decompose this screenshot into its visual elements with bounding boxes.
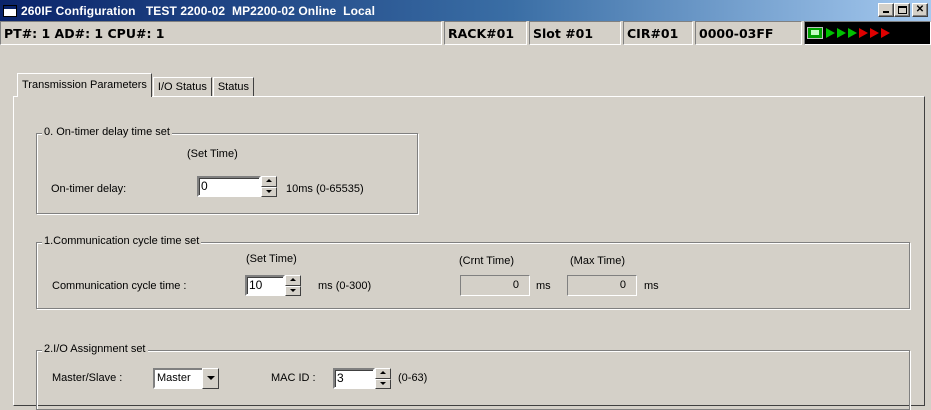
mac-id-spinner: 3 [333,368,391,389]
address-range-field: 0000-03FF [695,21,802,45]
comm-cycle-spin-up-button[interactable] [285,275,301,286]
location-field: PT#: 1 AD#: 1 CPU#: 1 [0,21,442,45]
arrow-down-icon [380,381,386,385]
chevron-down-icon [207,376,215,380]
cir-field: CIR#01 [623,21,693,45]
status-arrow-icon [848,28,857,38]
status-arrow-icon [881,28,890,38]
communication-indicator [804,21,931,45]
status-bar: PT#: 1 AD#: 1 CPU#: 1 RACK#01 Slot #01 C… [0,21,931,45]
window-app-icon[interactable] [3,4,17,17]
comm-cycle-max-value: 0 [567,275,637,296]
master-slave-dropdown-button[interactable] [202,368,219,389]
status-arrow-icon [859,28,868,38]
on-timer-group: 0. On-timer delay time set (Set Time) On… [36,126,418,214]
tab-io-status[interactable]: I/O Status [152,77,212,97]
on-timer-spinner: 0 [197,176,277,197]
io-assignment-group: 2.I/O Assignment set Master/Slave : Mast… [36,343,910,410]
comm-cycle-spinner: 10 [245,275,301,296]
tab-status[interactable]: Status [212,77,255,97]
comm-cycle-group-title: 1.Communication cycle time set [42,235,202,247]
status-arrow-icon [837,28,846,38]
minimize-button[interactable] [878,3,894,17]
close-icon: ✕ [915,4,925,15]
arrow-up-icon [380,371,386,374]
comm-cycle-input[interactable]: 10 [245,275,285,296]
master-slave-value: Master [153,368,205,389]
arrow-down-icon [290,288,296,292]
comm-cycle-spin-buttons [285,275,301,296]
mac-id-spin-down-button[interactable] [375,378,391,389]
maximize-icon [898,6,907,14]
on-timer-spin-buttons [261,176,277,197]
slot-field: Slot #01 [529,21,621,45]
comm-cycle-crnt-time-header: (Crnt Time) [459,255,514,267]
master-slave-label: Master/Slave : [52,372,123,384]
title-bar[interactable]: 260IF Configuration TEST 2200-02 MP2200-… [0,0,931,21]
on-timer-label: On-timer delay: [51,183,127,195]
comm-cycle-max-unit: ms [644,280,659,292]
mac-id-label: MAC ID : [271,372,316,384]
comm-cycle-group: 1.Communication cycle time set (Set Time… [36,235,910,309]
on-timer-spin-up-button[interactable] [261,176,277,187]
status-arrow-icon [870,28,879,38]
rack-field: RACK#01 [444,21,527,45]
tab-transmission-parameters[interactable]: Transmission Parameters [17,73,152,97]
maximize-button[interactable] [894,3,910,17]
io-assignment-group-title: 2.I/O Assignment set [42,343,148,355]
mac-id-range: (0-63) [398,372,428,384]
arrow-up-icon [266,179,272,182]
window-controls: ✕ [878,3,928,17]
address-range-text: 0000-03FF [699,25,774,41]
on-timer-group-title: 0. On-timer delay time set [42,126,172,138]
rack-text: RACK#01 [448,25,515,41]
on-timer-set-time-header: (Set Time) [187,148,238,160]
comm-cycle-crnt-value: 0 [460,275,530,296]
comm-cycle-set-time-header: (Set Time) [246,253,297,265]
location-text: PT#: 1 AD#: 1 CPU#: 1 [4,25,165,41]
transmission-parameters-panel: 0. On-timer delay time set (Set Time) On… [13,96,925,410]
comm-cycle-max-time-header: (Max Time) [570,255,625,267]
master-slave-select[interactable]: Master [153,368,219,389]
on-timer-unit-range: 10ms (0-65535) [286,183,364,195]
mac-id-spin-buttons [375,368,391,389]
close-button[interactable]: ✕ [912,3,928,17]
minimize-icon [883,11,889,13]
arrow-down-icon [266,189,272,193]
comm-cycle-unit-range: ms (0-300) [318,280,372,292]
on-timer-spin-down-button[interactable] [261,186,277,197]
status-arrow-icon [826,28,835,38]
slot-text: Slot #01 [533,25,594,41]
on-timer-input[interactable]: 0 [197,176,261,197]
comm-cycle-spin-down-button[interactable] [285,285,301,296]
tab-strip: Transmission Parameters I/O Status Statu… [17,73,255,97]
mac-id-input[interactable]: 3 [333,368,375,389]
window-title: 260IF Configuration TEST 2200-02 MP2200-… [21,3,375,18]
comm-cycle-crnt-unit: ms [536,280,551,292]
comm-cycle-label: Communication cycle time : [52,280,187,292]
arrow-up-icon [290,278,296,281]
pc-connection-icon [807,27,823,39]
mac-id-spin-up-button[interactable] [375,368,391,379]
cir-text: CIR#01 [627,25,679,41]
